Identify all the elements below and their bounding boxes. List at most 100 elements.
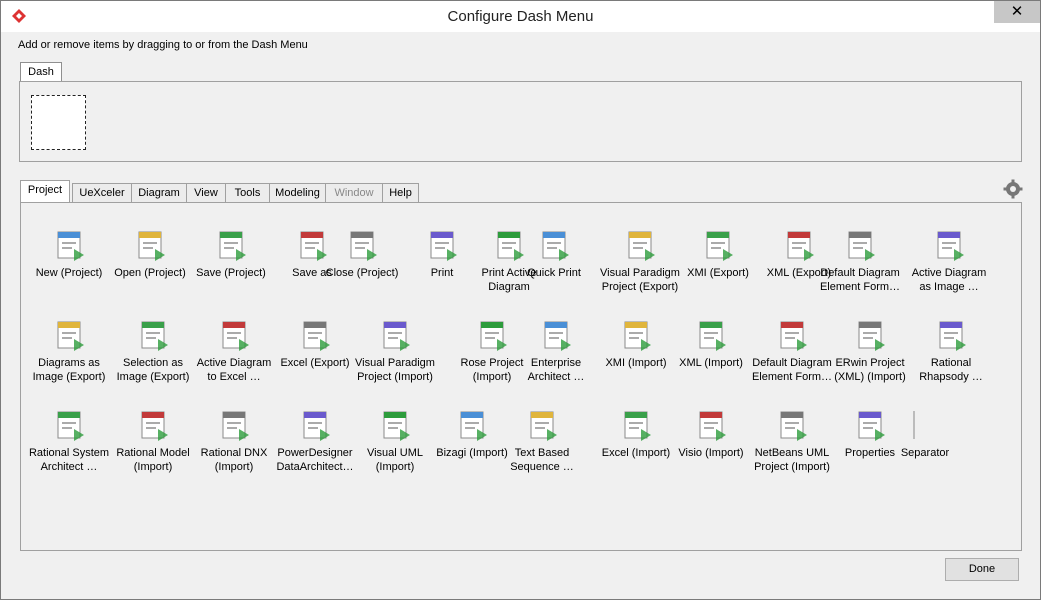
dash-item[interactable]: XMI (Import): [594, 305, 678, 385]
tab-view[interactable]: View: [186, 183, 226, 202]
visual-uml-icon: [383, 411, 410, 441]
dash-item[interactable]: XMI (Export): [676, 215, 760, 295]
dash-item[interactable]: Rational Model (Import): [111, 395, 195, 475]
dash-item[interactable]: PowerDesigner DataArchitect…: [273, 395, 357, 475]
dash-item[interactable]: Visual UML (Import): [353, 395, 437, 475]
system-architect-icon: [57, 411, 84, 441]
tab-tools[interactable]: Tools: [225, 183, 270, 202]
excel-import-icon: [624, 411, 651, 441]
rhapsody-icon: [939, 321, 966, 351]
separator-icon: [913, 411, 915, 439]
dash-item-label: Visual UML (Import): [366, 447, 424, 473]
dash-item-label: XMI (Import): [605, 357, 667, 369]
dash-item-label: Active Diagram to Excel …: [196, 357, 272, 383]
dash-drop-placeholder[interactable]: [31, 95, 86, 150]
dash-tab[interactable]: Dash: [20, 62, 62, 82]
dash-item[interactable]: Selection as Image (Export): [111, 305, 195, 385]
save-project-icon: [219, 231, 246, 261]
dash-item-label: ERwin Project (XML) (Import): [834, 357, 906, 383]
dash-item[interactable]: Diagrams as Image (Export): [27, 305, 111, 385]
image-export-icon: [937, 231, 964, 261]
tab-window[interactable]: Window: [325, 183, 383, 202]
rose-icon: [480, 321, 507, 351]
dash-item[interactable]: Rational DNX (Import): [192, 395, 276, 475]
dash-item[interactable]: Active Diagram to Excel …: [192, 305, 276, 385]
dash-item-label: Diagrams as Image (Export): [32, 357, 106, 383]
diagram-form-import-icon: [780, 321, 807, 351]
dash-item[interactable]: Open (Project): [108, 215, 192, 295]
gear-icon[interactable]: [1003, 179, 1023, 199]
dash-item[interactable]: Visio (Import): [669, 395, 753, 475]
dash-item-label: Active Diagram as Image …: [911, 267, 987, 293]
dash-item-label: XML (Import): [679, 357, 743, 369]
dash-item[interactable]: Default Diagram Element Form…: [818, 215, 902, 295]
tab-help[interactable]: Help: [382, 183, 419, 202]
tab-project[interactable]: Project: [20, 180, 70, 202]
dash-item[interactable]: Excel (Export): [273, 305, 357, 385]
configure-dash-window: Configure Dash Menu ✕ Add or remove item…: [0, 0, 1041, 600]
window-title: Configure Dash Menu: [447, 8, 594, 25]
dash-item-label: Selection as Image (Export): [116, 357, 190, 383]
dash-item-label: Quick Print: [527, 267, 581, 279]
dash-item[interactable]: ERwin Project (XML) (Import): [828, 305, 912, 385]
dash-item-label: Visio (Import): [678, 447, 744, 459]
dash-item[interactable]: XML (Import): [669, 305, 753, 385]
dash-item-label: Visual Paradigm Project (Export): [600, 267, 680, 293]
dash-item-label: Close (Project): [325, 267, 399, 279]
dash-item-label: Text Based Sequence …: [510, 447, 574, 473]
dash-item[interactable]: Rational System Architect …: [27, 395, 111, 475]
rational-dnx-icon: [222, 411, 249, 441]
dash-item-label: Rational Model (Import): [116, 447, 190, 473]
dash-item[interactable]: Active Diagram as Image …: [907, 215, 991, 295]
dash-item-label: Default Diagram Element Form…: [751, 357, 833, 383]
dash-item[interactable]: Enterprise Architect …: [514, 305, 598, 385]
diagram-form-icon: [848, 231, 875, 261]
tab-modeling[interactable]: Modeling: [269, 183, 326, 202]
dash-item-label: Separator: [900, 447, 950, 459]
excel-export-icon: [303, 321, 330, 351]
dash-item[interactable]: Default Diagram Element Form…: [750, 305, 834, 385]
dash-item[interactable]: Close (Project): [320, 215, 404, 295]
dash-item-label: Visual Paradigm Project (Import): [355, 357, 435, 383]
ea-icon: [544, 321, 571, 351]
netbeans-icon: [780, 411, 807, 441]
dash-item-label: Rational Rhapsody …: [919, 357, 983, 383]
xmi-export-icon: [706, 231, 733, 261]
tab-uexceler[interactable]: UeXceler: [72, 183, 132, 202]
dash-item-label: Default Diagram Element Form…: [819, 267, 901, 293]
xmi-import-icon: [624, 321, 651, 351]
dash-item[interactable]: Rational Rhapsody …: [909, 305, 993, 385]
new-project-icon: [57, 231, 84, 261]
dash-item[interactable]: Separator: [883, 395, 967, 475]
dash-item[interactable]: NetBeans UML Project (Import): [750, 395, 834, 475]
vp-import-icon: [383, 321, 410, 351]
vp-export-icon: [628, 231, 655, 261]
dash-item[interactable]: Excel (Import): [594, 395, 678, 475]
window-close-button[interactable]: ✕: [994, 1, 1040, 23]
print-icon: [430, 231, 457, 261]
instruction-text: Add or remove items by dragging to or fr…: [18, 39, 308, 51]
done-button[interactable]: Done: [945, 558, 1019, 581]
close-project-icon: [350, 231, 377, 261]
dash-item[interactable]: Text Based Sequence …: [500, 395, 584, 475]
selection-image-icon: [141, 321, 168, 351]
dash-item-label: Save (Project): [196, 267, 266, 279]
dash-item[interactable]: Visual Paradigm Project (Import): [353, 305, 437, 385]
open-project-icon: [138, 231, 165, 261]
dash-menu-area[interactable]: [19, 81, 1022, 162]
dash-item[interactable]: Save (Project): [189, 215, 273, 295]
dash-item-label: PowerDesigner DataArchitect…: [276, 447, 354, 473]
dash-item[interactable]: New (Project): [27, 215, 111, 295]
dash-item-label: Rational System Architect …: [28, 447, 110, 473]
dash-item[interactable]: Quick Print: [512, 215, 596, 295]
text-sequence-icon: [530, 411, 557, 441]
dash-item-label: XMI (Export): [687, 267, 749, 279]
quick-print-icon: [542, 231, 569, 261]
excel-diagram-icon: [222, 321, 249, 351]
dash-item-label: New (Project): [35, 267, 103, 279]
erwin-icon: [858, 321, 885, 351]
xml-export-icon: [787, 231, 814, 261]
dash-item-label: NetBeans UML Project (Import): [754, 447, 830, 473]
tab-diagram[interactable]: Diagram: [131, 183, 187, 202]
dash-item[interactable]: Visual Paradigm Project (Export): [598, 215, 682, 295]
